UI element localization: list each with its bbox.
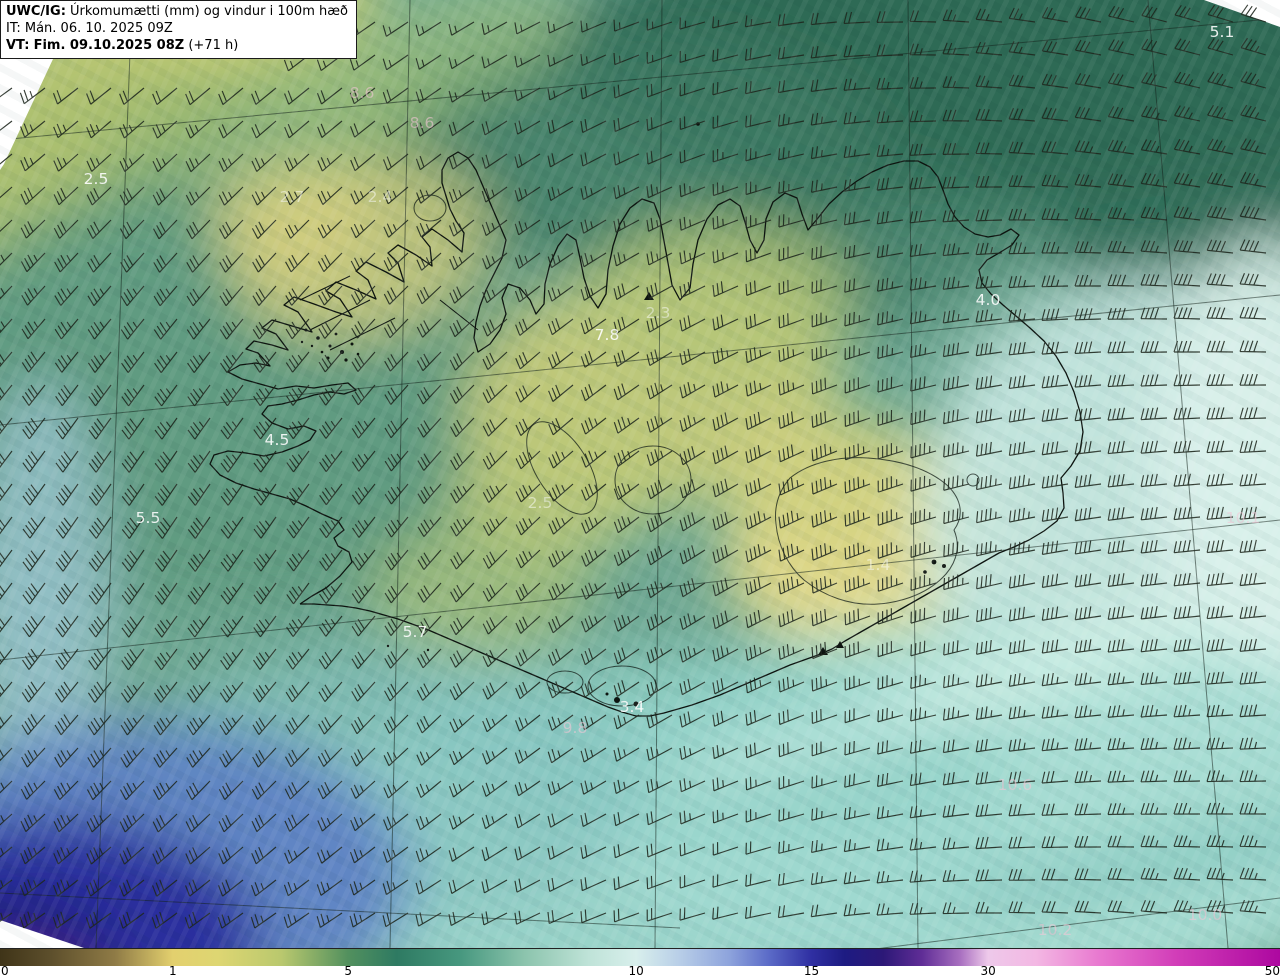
product-label: UWC/IG:	[6, 4, 66, 19]
init-value: Mán. 06. 10. 2025 09Z	[24, 21, 173, 37]
title-box: UWC/IG: Úrkomumætti (mm) og vindur i 100…	[0, 0, 357, 60]
colorbar-tick-label: 50	[1264, 964, 1280, 978]
precip-value-label: 5.1	[1210, 23, 1235, 41]
precip-value-label: 2.5	[528, 494, 553, 512]
weather-map-stage: 5.1 8.6 8.6 2.5 2.7 2.4 4.0 2.3 7.8 4.5 2.5 5.5 10.1…	[0, 0, 1280, 978]
colorbar-ticks: 0 1 5 10 15 30 50	[0, 964, 1280, 978]
map-canvas: 5.1 8.6 8.6 2.5 2.7 2.4 4.0 2.3 7.8 4.5 2.5 5.5 10.1…	[0, 0, 1280, 978]
colorbar-tick-label: 1	[168, 964, 177, 978]
valid-value: Fim. 09.10.2025 08Z	[33, 38, 185, 54]
init-label: IT:	[6, 21, 21, 37]
colorbar: 0 1 5 10 15 30 50	[0, 948, 1280, 978]
precip-value-label: 8.6	[350, 84, 375, 102]
precip-value-label: 10.1	[1226, 509, 1261, 527]
title-line-valid: VT: Fim. 09.10.2025 08Z (+71 h)	[6, 37, 348, 54]
precip-value-label: 10.6	[998, 776, 1033, 794]
precip-value-label: 10.2	[1038, 921, 1073, 939]
precip-value-label: 8.6	[410, 114, 435, 132]
colorbar-tick-label: 30	[980, 964, 996, 978]
precip-value-label: 7.8	[595, 326, 620, 344]
precip-value-label: 2.5	[84, 170, 109, 188]
precip-value-label: 5.5	[136, 509, 161, 527]
precip-value-label: 4.5	[265, 431, 290, 449]
precip-value-label: 10.0	[1188, 906, 1223, 924]
lead-time: (+71 h)	[188, 38, 239, 54]
precip-value-label: 3.4	[620, 698, 645, 716]
valid-label: VT:	[6, 38, 30, 54]
colorbar-tick-label: 5	[344, 964, 352, 978]
precip-value-label: 2.3	[646, 304, 671, 322]
precip-value-label: 9.8	[563, 719, 588, 737]
precip-value-label: 2.7	[280, 188, 305, 206]
product-title: Úrkomumætti (mm) og vindur i 100m hæð	[70, 4, 348, 19]
precip-value-label: 1.4	[866, 556, 891, 574]
colorbar-tick-label: 15	[803, 964, 820, 978]
colorbar-tick-label: 10	[628, 964, 644, 978]
title-line-product: UWC/IG: Úrkomumætti (mm) og vindur i 100…	[6, 3, 348, 20]
precip-value-label: 4.0	[976, 291, 1001, 309]
precip-value-label: 2.4	[368, 188, 393, 206]
colorbar-tick-label: 0	[1, 964, 9, 978]
precip-value-label: 5.7	[403, 623, 428, 641]
title-line-init: IT: Mán. 06. 10. 2025 09Z	[6, 20, 348, 37]
